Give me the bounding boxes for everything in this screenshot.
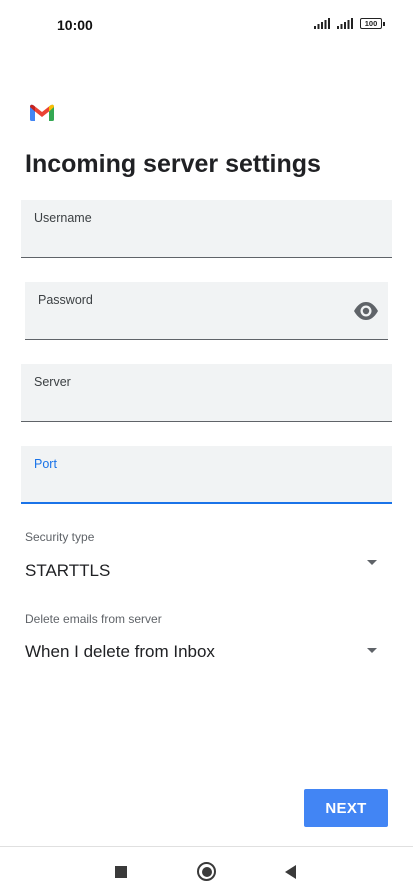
chevron-down-icon[interactable] [367, 648, 377, 653]
eye-icon[interactable] [353, 301, 379, 321]
server-input[interactable] [34, 393, 379, 415]
password-label: Password [38, 293, 93, 307]
password-input[interactable] [38, 311, 340, 333]
gmail-logo-icon [30, 104, 54, 121]
status-icons: 100 [314, 18, 385, 29]
password-field[interactable]: Password [25, 282, 388, 340]
chevron-down-icon[interactable] [367, 560, 377, 565]
security-type-label: Security type [25, 530, 95, 544]
delete-emails-select[interactable]: Delete emails from server When I delete … [25, 612, 390, 662]
username-field[interactable]: Username [21, 200, 392, 258]
security-type-select[interactable]: Security type STARTTLS [25, 530, 390, 580]
status-time: 10:00 [57, 17, 93, 33]
next-button[interactable]: NEXT [304, 789, 388, 827]
battery-icon: 100 [360, 18, 385, 29]
recents-icon[interactable] [115, 866, 127, 878]
home-icon[interactable] [197, 862, 216, 881]
battery-level: 100 [360, 18, 382, 29]
port-field[interactable]: Port [21, 446, 392, 504]
delete-emails-label: Delete emails from server [25, 612, 162, 626]
port-input[interactable] [34, 474, 379, 496]
page-title: Incoming server settings [25, 150, 321, 178]
status-bar: 10:00 100 [0, 0, 413, 50]
back-icon[interactable] [285, 865, 296, 879]
delete-emails-value[interactable]: When I delete from Inbox [25, 642, 215, 662]
server-field[interactable]: Server [21, 364, 392, 422]
port-label: Port [34, 457, 57, 471]
signal-icon-2 [337, 18, 353, 29]
username-label: Username [34, 211, 92, 225]
username-input[interactable] [34, 229, 379, 251]
security-type-value[interactable]: STARTTLS [25, 561, 110, 581]
signal-icon [314, 18, 330, 29]
navigation-bar [0, 847, 413, 896]
server-label: Server [34, 375, 71, 389]
